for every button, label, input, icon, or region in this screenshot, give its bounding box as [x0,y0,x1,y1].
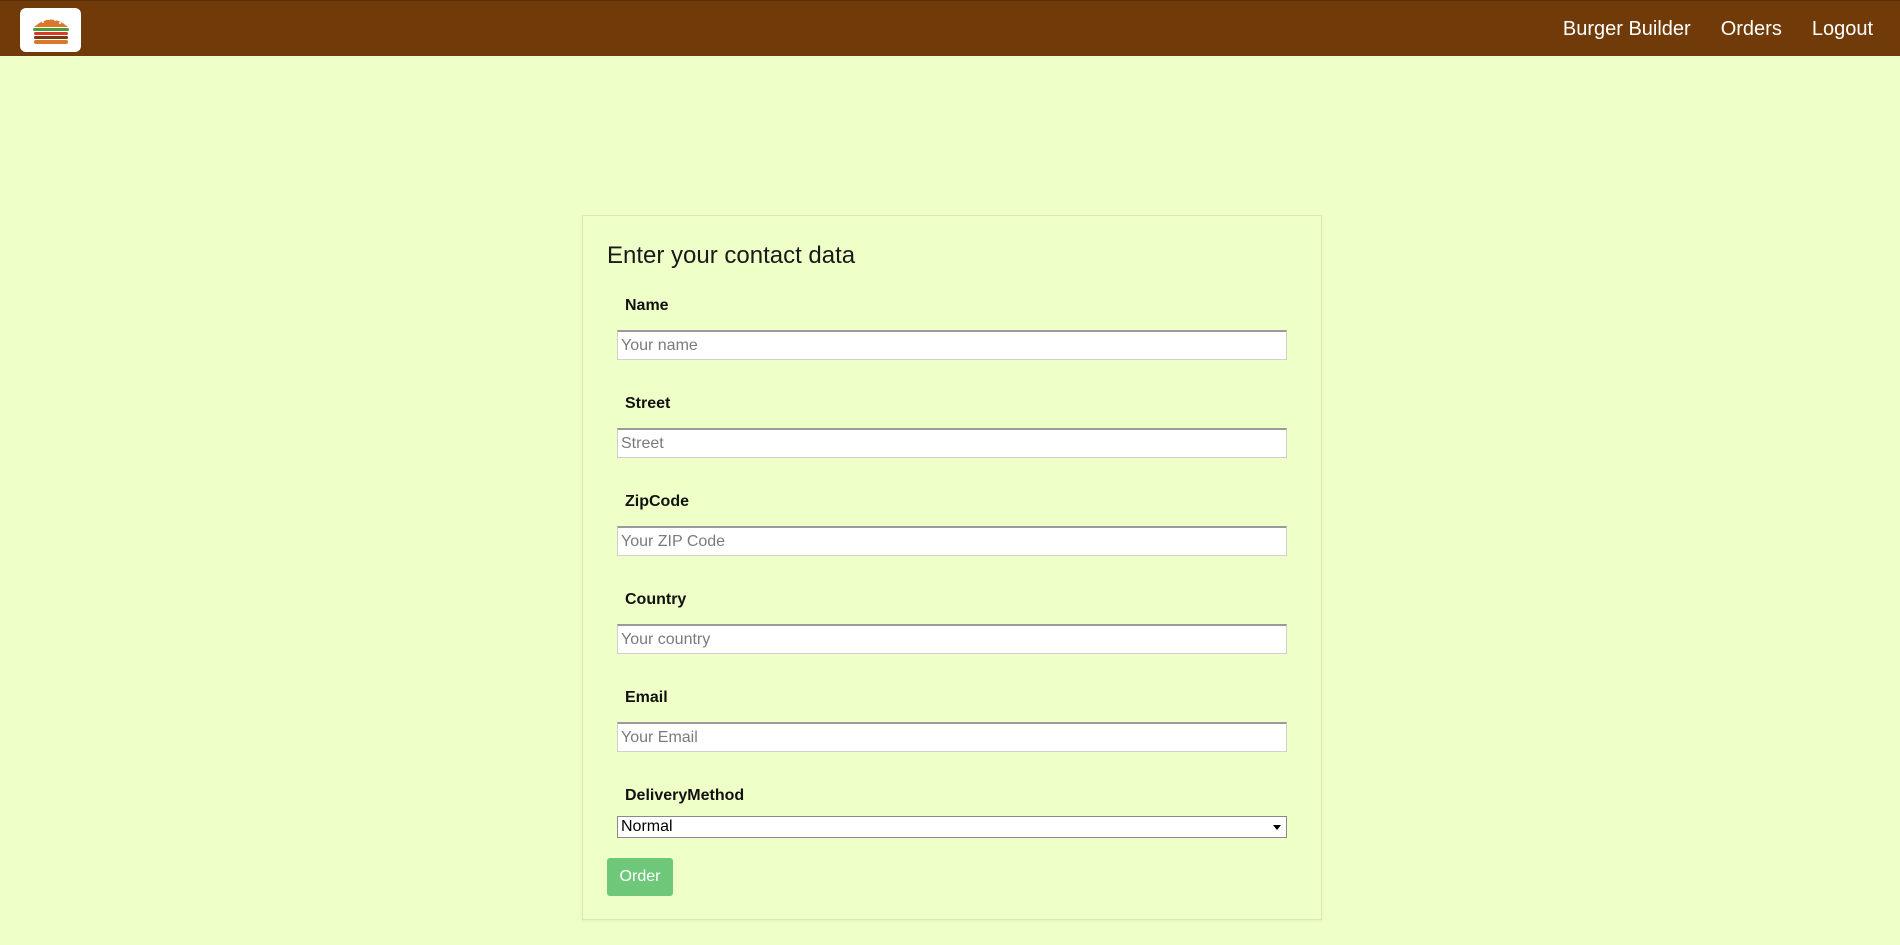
email-input[interactable] [617,722,1287,752]
delivery-method-label: DeliveryMethod [625,787,745,804]
country-input[interactable] [617,624,1287,654]
delivery-method-selected-value: Normal [621,818,673,835]
delivery-method-field-group: DeliveryMethod Normal [617,786,1287,838]
country-field-group: Country [617,590,1287,654]
contact-data-form: Enter your contact data Name Street ZipC… [582,215,1322,920]
zipcode-input[interactable] [617,526,1287,556]
street-label: Street [625,395,671,412]
burger-logo-icon [32,18,69,44]
nav-menu: Burger Builder Orders Logout [1563,1,1900,57]
form-title: Enter your contact data [607,242,856,269]
email-label: Email [625,689,668,706]
nav-burger-builder[interactable]: Burger Builder [1563,18,1691,41]
zipcode-label: ZipCode [625,493,689,510]
name-input[interactable] [617,330,1287,360]
order-button[interactable]: Order [607,858,673,896]
name-label: Name [625,297,669,314]
street-input[interactable] [617,428,1287,458]
delivery-method-select[interactable]: Normal [617,816,1287,838]
nav-orders[interactable]: Orders [1721,18,1782,41]
toolbar: Burger Builder Orders Logout [0,0,1900,56]
name-field-group: Name [617,296,1287,360]
street-field-group: Street [617,394,1287,458]
chevron-down-icon [1273,825,1281,830]
burger-logo[interactable] [20,8,81,52]
country-label: Country [625,591,687,608]
email-field-group: Email [617,688,1287,752]
zipcode-field-group: ZipCode [617,492,1287,556]
nav-logout[interactable]: Logout [1812,18,1873,41]
